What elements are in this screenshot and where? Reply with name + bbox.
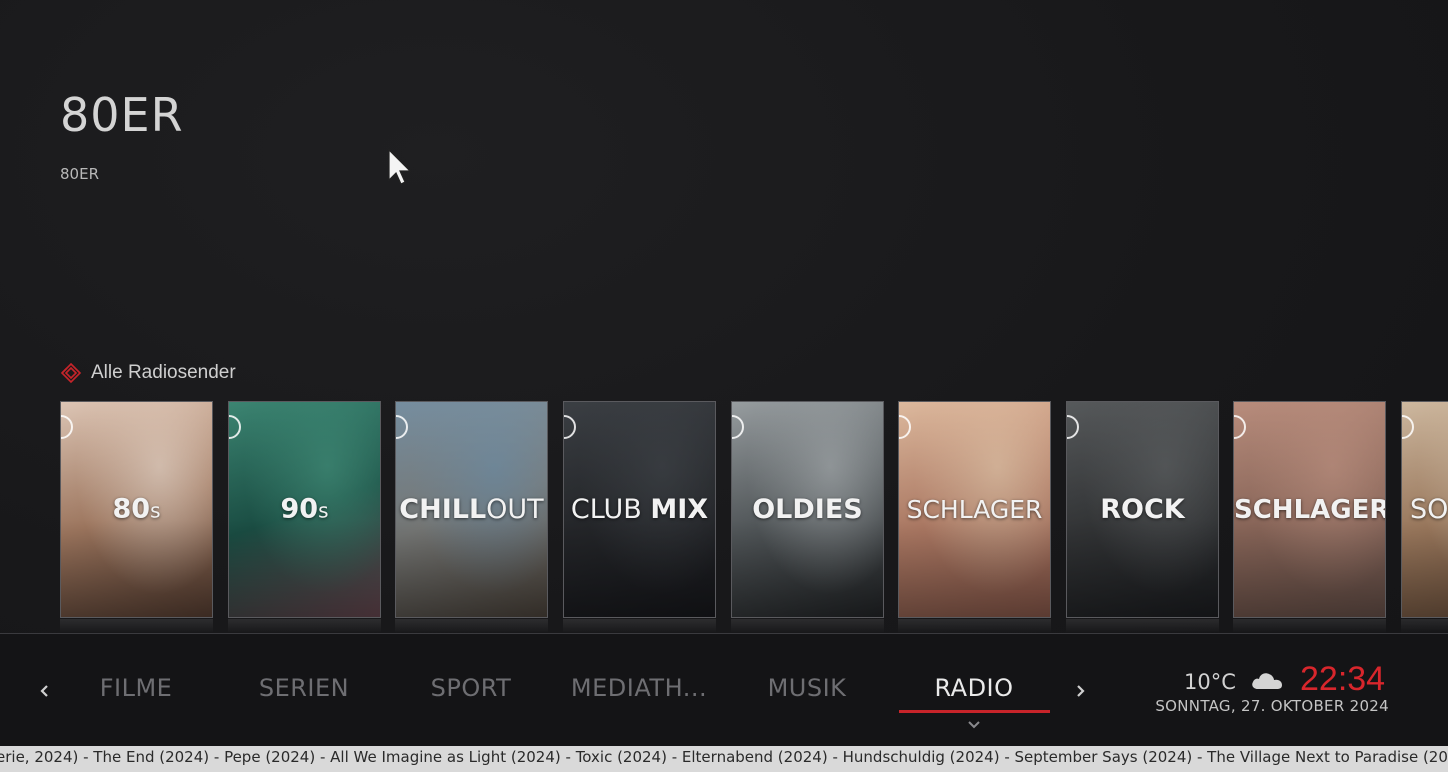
station-label-light: SCHLAGER: [906, 494, 1043, 524]
nav-item-mediathek[interactable]: MEDIATH...: [563, 674, 715, 702]
station-label: CHILLOUT: [396, 493, 547, 525]
station-label: 80s: [61, 494, 212, 525]
station-label-bold: OLDIES: [752, 493, 863, 525]
mouse-cursor-icon: [388, 148, 412, 185]
section-title: Alle Radiosender: [91, 362, 236, 383]
page-subtitle: 80ER: [60, 165, 99, 183]
chevron-right-icon[interactable]: [1073, 684, 1087, 698]
station-label-light: SO: [1410, 493, 1448, 525]
active-tab-indicator: [899, 710, 1050, 713]
date: SONNTAG, 27. OKTOBER 2024: [1155, 697, 1389, 715]
nav-item-filme[interactable]: FILME: [60, 674, 212, 702]
station-card-schlager[interactable]: SCHLAGER: [1233, 401, 1386, 618]
clock: 22:34: [1300, 660, 1386, 698]
station-card-schlager-party[interactable]: SCHLAGER: [898, 401, 1051, 618]
station-label: SO: [1410, 493, 1448, 525]
station-label-suffix: s: [318, 498, 329, 522]
station-label: CLUB MIX: [564, 493, 715, 525]
ticker-text: erie, 2024) - The End (2024) - Pepe (202…: [0, 748, 1448, 766]
card-reflection: [60, 619, 213, 633]
cloud-icon: [1252, 673, 1282, 689]
station-carousel: 80s 90s CHILLOUT CLUB MIX OLDIES SCHLAGE…: [60, 401, 1448, 633]
chevron-left-icon[interactable]: [38, 684, 52, 698]
card-reflection: [1401, 619, 1448, 633]
card-reflection: [563, 619, 716, 633]
station-label-bold: MIX: [650, 493, 709, 525]
nav-item-serien[interactable]: SERIEN: [228, 674, 380, 702]
station-label-suffix: s: [150, 498, 161, 522]
chevron-down-icon[interactable]: [967, 720, 981, 730]
nav-item-musik[interactable]: MUSIK: [731, 674, 883, 702]
nav-item-sport[interactable]: SPORT: [395, 674, 547, 702]
card-reflection: [1066, 619, 1219, 633]
station-card-rock[interactable]: ROCK: [1066, 401, 1219, 618]
station-label-main: 90: [280, 493, 319, 524]
station-card-soul[interactable]: SO: [1401, 401, 1448, 618]
station-card-chillout[interactable]: CHILLOUT: [395, 401, 548, 618]
station-label-bold: SCHLAGER: [1234, 494, 1386, 525]
page-title: 80ER: [60, 88, 184, 142]
station-label: ROCK: [1067, 493, 1218, 525]
station-label: 90s: [229, 494, 380, 525]
section-header: Alle Radiosender: [60, 361, 236, 385]
station-card-club-mix[interactable]: CLUB MIX: [563, 401, 716, 618]
station-label-light: CLUB: [570, 493, 651, 525]
main-nav: FILME SERIEN SPORT MEDIATH... MUSIK RADI…: [0, 634, 1448, 746]
station-label-main: 80: [112, 493, 151, 524]
weather-temperature: 10°C: [1184, 670, 1236, 694]
station-label: OLDIES: [732, 493, 883, 525]
station-label-bold: ROCK: [1100, 493, 1185, 525]
card-reflection: [228, 619, 381, 633]
station-label: SCHLAGER: [899, 495, 1050, 525]
station-card-90s[interactable]: 90s: [228, 401, 381, 618]
station-card-80s[interactable]: 80s: [60, 401, 213, 618]
kodi-diamond-icon: [60, 362, 82, 384]
station-label-light: OUT: [486, 493, 544, 525]
station-label: SCHLAGER: [1234, 495, 1385, 525]
station-card-oldies[interactable]: OLDIES: [731, 401, 884, 618]
card-reflection: [395, 619, 548, 633]
station-label-bold: CHILL: [399, 493, 487, 525]
news-ticker: erie, 2024) - The End (2024) - Pepe (202…: [0, 746, 1448, 772]
nav-item-radio[interactable]: RADIO: [898, 674, 1050, 702]
card-reflection: [1233, 619, 1386, 633]
card-reflection: [731, 619, 884, 633]
card-reflection: [898, 619, 1051, 633]
